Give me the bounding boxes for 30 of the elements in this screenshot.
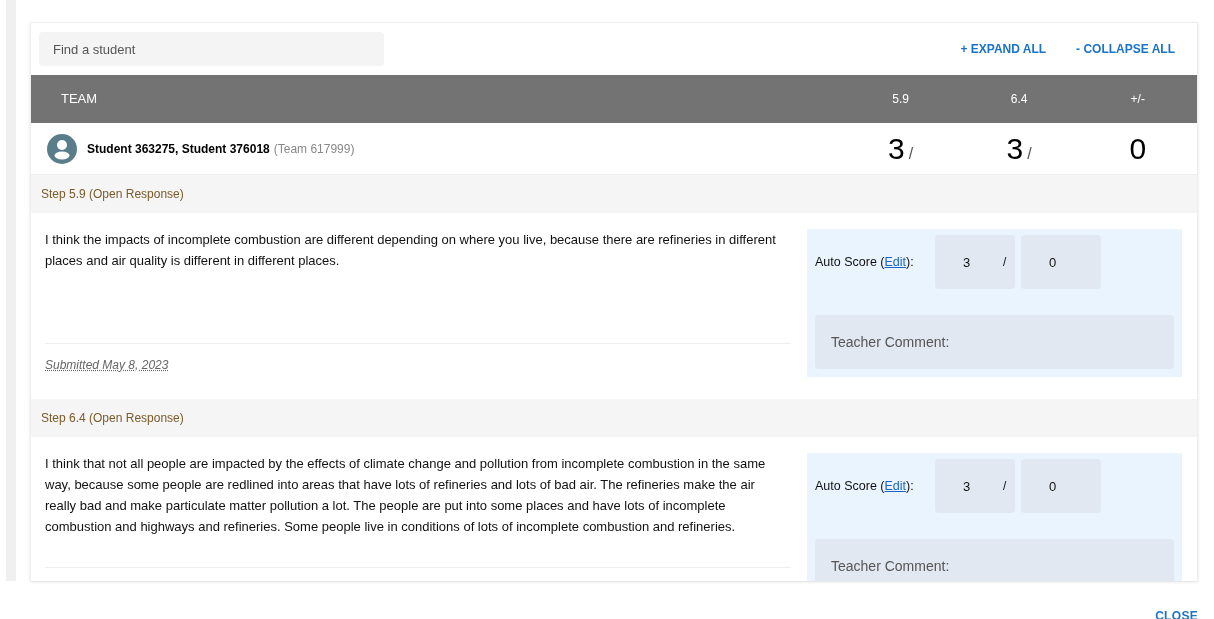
score-separator: / bbox=[1003, 254, 1008, 271]
response-text: I think that not all people are impacted by the effects of climate change and pollution from incomplete combustion in the same way, because some people are redlined into areas that have lots of refineries and lots of bad air. The refineries make the air really bad and make particulate matter pollution a lot. The people are put into some places and have lots of incomplete combustion and highways and refineries. Some people live in conditions of lots of incomplete combustion and refineries. bbox=[45, 455, 767, 536]
score-slash: / bbox=[1027, 144, 1032, 164]
auto-score-label: Auto Score (Edit): bbox=[815, 477, 915, 495]
max-score-input[interactable]: 0 bbox=[1021, 459, 1101, 513]
score-slash: / bbox=[908, 144, 914, 164]
score-separator: / bbox=[1003, 478, 1008, 495]
column-header: +/- bbox=[1130, 92, 1145, 107]
expand-all-button[interactable]: + EXPAND ALL bbox=[960, 40, 1047, 58]
score-value: 3 bbox=[1006, 131, 1024, 167]
step-title: Step 5.9 (Open Response) bbox=[41, 186, 184, 203]
team-label: (Team 617999) bbox=[273, 140, 355, 158]
collapse-all-button[interactable]: - COLLAPSE ALL bbox=[1076, 40, 1175, 58]
edit-link[interactable]: Edit bbox=[884, 478, 907, 493]
step-title: Step 6.4 (Open Response) bbox=[41, 410, 184, 427]
max-score-input[interactable]: 0 bbox=[1021, 235, 1101, 289]
teacher-comment-field[interactable]: Teacher Comment: bbox=[815, 539, 1174, 581]
column-header: TEAM bbox=[61, 91, 98, 107]
response-text: I think the impacts of incomplete combustion are different depending on where you live, because there are refineries in different places and air quality is different in different places. bbox=[45, 231, 777, 270]
score-value: 0 bbox=[1129, 131, 1147, 167]
submitted-date: Submitted May 8, 2023 bbox=[45, 358, 169, 372]
search-field[interactable]: Find a student bbox=[39, 32, 384, 66]
auto-score-label: Auto Score (Edit): bbox=[815, 253, 915, 271]
avatar-icon bbox=[47, 133, 77, 164]
teacher-comment-field[interactable]: Teacher Comment: bbox=[815, 315, 1174, 369]
column-header: 6.4 bbox=[1010, 92, 1028, 107]
score-value: 3 bbox=[888, 131, 905, 167]
student-names: Student 363275, Student 376018 bbox=[87, 140, 270, 158]
edit-link[interactable]: Edit bbox=[884, 254, 907, 269]
column-header: 5.9 bbox=[892, 92, 909, 107]
